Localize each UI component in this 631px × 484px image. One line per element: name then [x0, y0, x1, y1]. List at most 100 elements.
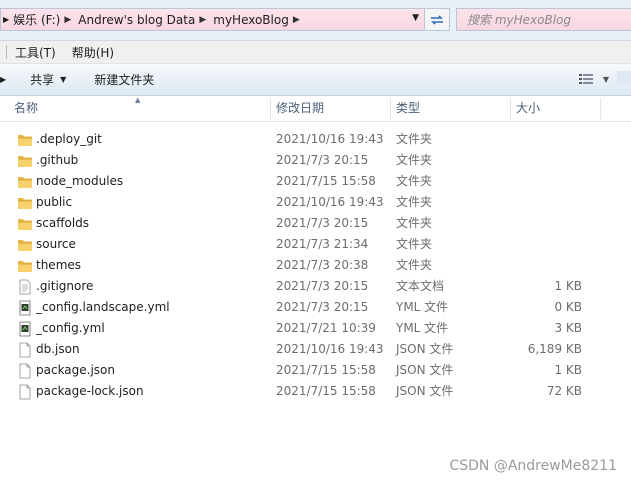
file-type: 文件夹: [396, 216, 433, 230]
file-date: 2021/7/21 10:39: [276, 321, 376, 335]
help-icon[interactable]: [617, 71, 631, 85]
refresh-icon: [431, 14, 443, 25]
blank-file-icon: [17, 342, 33, 358]
file-name: scaffolds: [36, 216, 90, 230]
table-row[interactable]: source 2021/7/3 21:34 文件夹: [0, 234, 631, 255]
file-date: 2021/10/16 19:43: [276, 342, 384, 356]
table-row[interactable]: themes 2021/7/3 20:38 文件夹: [0, 255, 631, 276]
column-divider[interactable]: [510, 98, 511, 119]
command-toolbar: ▶ 共享 ▼ 新建文件夹 ▼: [0, 64, 631, 96]
file-size: 1 KB: [554, 363, 582, 377]
file-name: node_modules: [36, 174, 124, 188]
file-type: JSON 文件: [396, 384, 454, 398]
file-size: 0 KB: [554, 300, 582, 314]
file-type: 文件夹: [396, 195, 433, 209]
new-folder-label: 新建文件夹: [94, 73, 155, 87]
file-name: package.json: [36, 363, 116, 377]
table-row[interactable]: package.json 2021/7/15 15:58 JSON 文件 1 KB: [0, 360, 631, 381]
breadcrumb-drive[interactable]: 娱乐 (F:) ▶: [11, 9, 76, 30]
file-size: 72 KB: [546, 384, 582, 398]
file-date: 2021/10/16 19:43: [276, 132, 384, 146]
chevron-down-icon[interactable]: ▼: [603, 75, 609, 84]
file-date: 2021/7/3 21:34: [276, 237, 369, 251]
blank-file-icon: [17, 384, 33, 400]
chevron-right-icon[interactable]: ▶: [289, 15, 303, 25]
search-placeholder: 搜索 myHexoBlog: [467, 13, 571, 27]
share-label: 共享: [30, 73, 55, 87]
table-row[interactable]: db.json 2021/10/16 19:43 JSON 文件 6,189 KB: [0, 339, 631, 360]
table-row[interactable]: .github 2021/7/3 20:15 文件夹: [0, 150, 631, 171]
file-list: .deploy_git 2021/10/16 19:43 文件夹 .github 202…: [0, 129, 631, 402]
column-size[interactable]: 大小: [516, 96, 540, 121]
breadcrumb-current[interactable]: myHexoBlog ▶: [211, 9, 305, 30]
file-name: .github: [36, 153, 79, 167]
share-button[interactable]: 共享 ▼: [30, 71, 66, 88]
folder-icon: [17, 216, 33, 232]
search-input[interactable]: 搜索 myHexoBlog: [456, 8, 631, 31]
file-name: public: [36, 195, 73, 209]
file-type: YML 文件: [396, 321, 449, 335]
file-type: JSON 文件: [396, 363, 454, 377]
address-bar-area: ▶ 娱乐 (F:) ▶ Andrew's blog Data ▶ myHexoB…: [0, 0, 631, 41]
refresh-button[interactable]: [424, 9, 449, 30]
breadcrumb-label: 娱乐 (F:): [13, 13, 61, 27]
table-row[interactable]: public 2021/10/16 19:43 文件夹: [0, 192, 631, 213]
column-divider[interactable]: [600, 98, 601, 119]
file-type: YML 文件: [396, 300, 449, 314]
column-type[interactable]: 类型: [396, 96, 420, 121]
folder-icon: [17, 174, 33, 190]
file-type: 文件夹: [396, 237, 433, 251]
watermark: CSDN @AndrewMe8211: [449, 458, 617, 474]
file-name: _config.landscape.yml: [36, 300, 170, 314]
file-type: JSON 文件: [396, 342, 454, 356]
file-date: 2021/7/3 20:15: [276, 216, 369, 230]
file-date: 2021/7/15 15:58: [276, 363, 376, 377]
table-row[interactable]: package-lock.json 2021/7/15 15:58 JSON 文件 7…: [0, 381, 631, 402]
menu-bar: 工具(T) 帮助(H): [0, 41, 631, 64]
folder-icon: [17, 195, 33, 211]
yml-file-icon: [17, 321, 33, 337]
chevron-right-icon[interactable]: ▶: [195, 15, 209, 25]
table-row[interactable]: _config.landscape.yml 2021/7/3 20:15 YML 文…: [0, 297, 631, 318]
breadcrumb-label: Andrew's blog Data: [78, 12, 196, 27]
file-type: 文件夹: [396, 258, 433, 272]
file-type: 文件夹: [396, 174, 433, 188]
file-name: .gitignore: [36, 279, 94, 293]
file-date: 2021/7/15 15:58: [276, 384, 376, 398]
chevron-down-icon[interactable]: ▼: [412, 13, 419, 23]
sort-ascending-icon: ▲: [135, 96, 141, 104]
file-size: 6,189 KB: [527, 342, 582, 356]
table-row[interactable]: .gitignore 2021/7/3 20:15 文本文档 1 KB: [0, 276, 631, 297]
new-folder-button[interactable]: 新建文件夹: [94, 71, 154, 88]
file-name: source: [36, 237, 76, 251]
file-date: 2021/10/16 19:43: [276, 195, 384, 209]
table-row[interactable]: node_modules 2021/7/15 15:58 文件夹: [0, 171, 631, 192]
view-options[interactable]: ▼: [578, 73, 609, 85]
file-type: 文件夹: [396, 153, 433, 167]
file-type: 文本文档: [396, 279, 445, 293]
table-row[interactable]: _config.yml 2021/7/21 10:39 YML 文件 3 KB: [0, 318, 631, 339]
yml-file-icon: [17, 300, 33, 316]
table-row[interactable]: scaffolds 2021/7/3 20:15 文件夹: [0, 213, 631, 234]
column-divider[interactable]: [270, 98, 271, 119]
chevron-right-icon[interactable]: ▶: [60, 15, 74, 25]
file-name: package-lock.json: [36, 384, 144, 398]
file-date: 2021/7/3 20:15: [276, 153, 369, 167]
file-name: _config.yml: [36, 321, 105, 335]
blank-file-icon: [17, 363, 33, 379]
folder-icon: [17, 237, 33, 253]
view-details-icon[interactable]: [578, 73, 593, 85]
file-name: db.json: [36, 342, 80, 356]
column-date[interactable]: 修改日期: [276, 96, 324, 121]
menu-help[interactable]: 帮助(H): [64, 44, 122, 61]
folder-icon: [17, 153, 33, 169]
menu-tools[interactable]: 工具(T): [7, 44, 64, 61]
file-name: themes: [36, 258, 82, 272]
table-row[interactable]: .deploy_git 2021/10/16 19:43 文件夹: [0, 129, 631, 150]
chevron-right-icon: ▶: [0, 75, 7, 84]
breadcrumb-folder[interactable]: Andrew's blog Data ▶: [76, 9, 211, 30]
chevron-right-icon[interactable]: ▶: [1, 15, 11, 24]
column-divider[interactable]: [390, 98, 391, 119]
column-name[interactable]: 名称: [14, 96, 38, 121]
address-bar[interactable]: ▶ 娱乐 (F:) ▶ Andrew's blog Data ▶ myHexoB…: [0, 8, 450, 31]
